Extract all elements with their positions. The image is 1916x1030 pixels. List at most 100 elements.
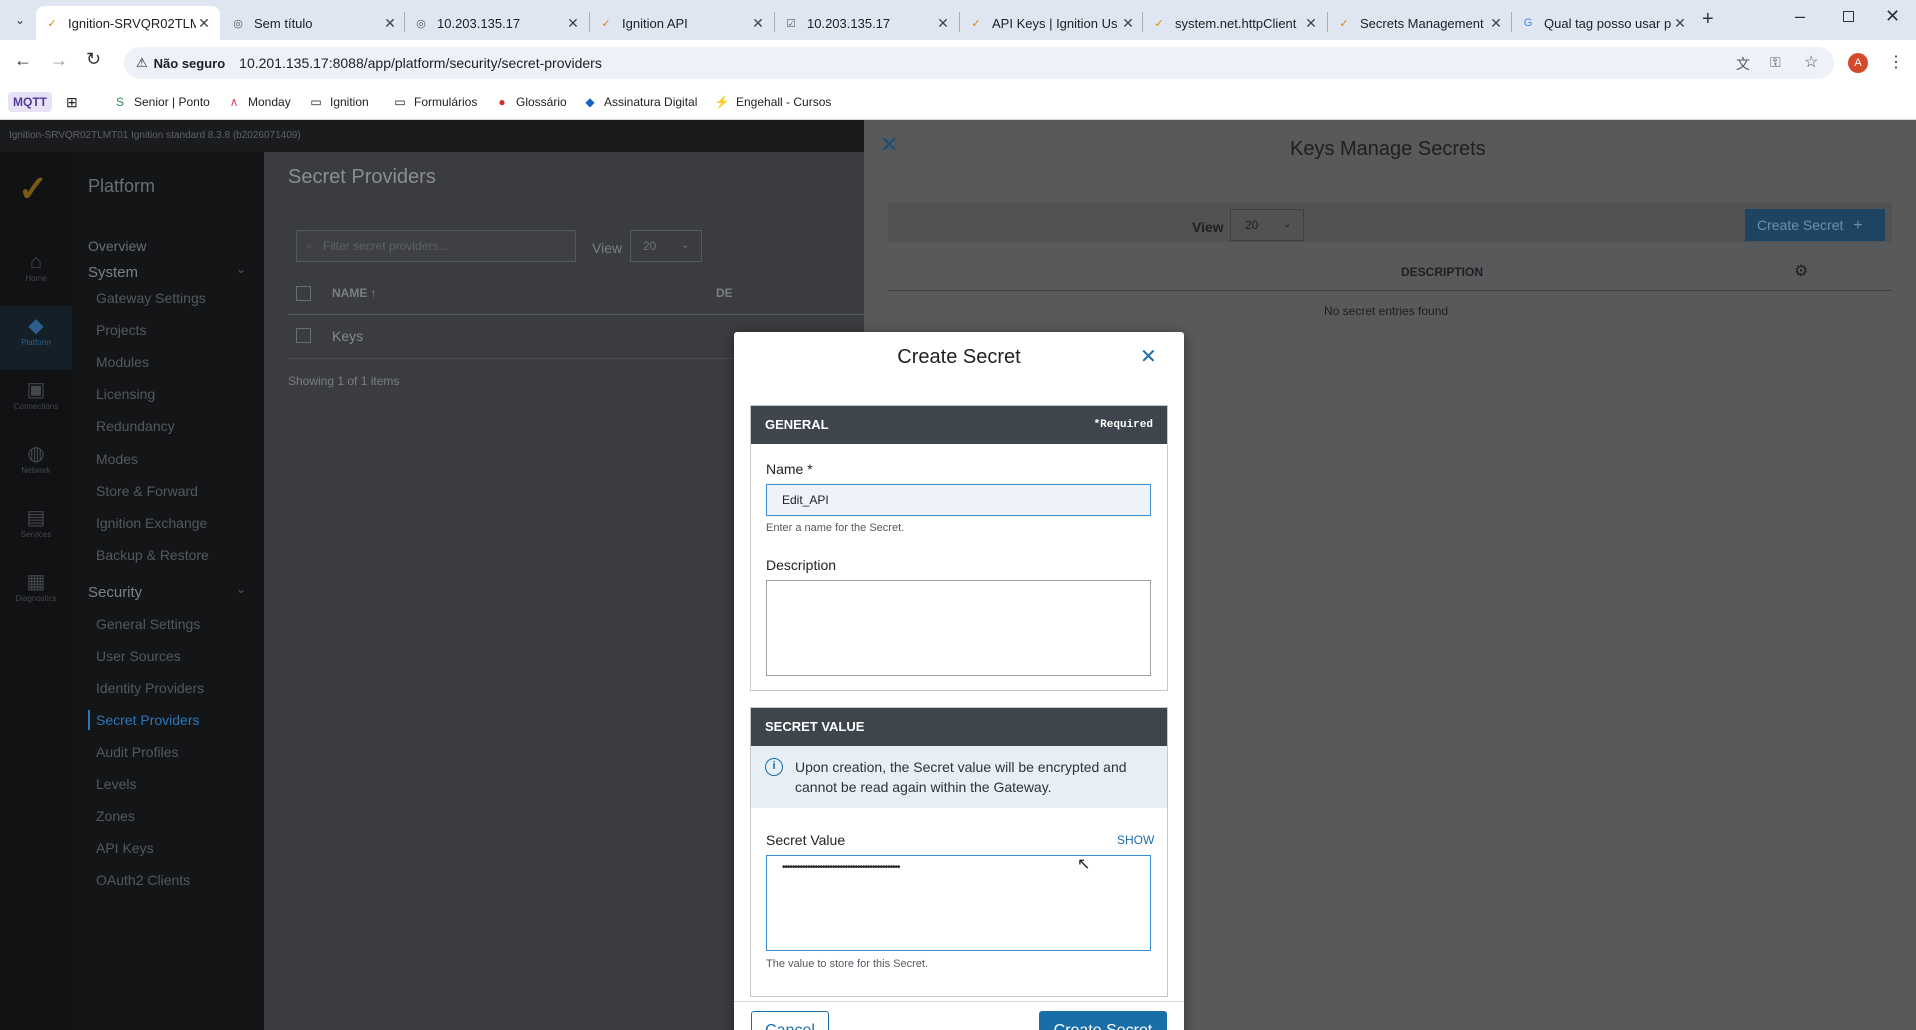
nav-overview[interactable]: Overview xyxy=(88,238,146,254)
browser-tab[interactable]: ✓ Secrets Management ✕ xyxy=(1328,6,1512,40)
nav-security-group[interactable]: Security xyxy=(88,584,142,601)
cancel-button[interactable]: Cancel xyxy=(751,1011,829,1030)
view-select[interactable]: 20 ⌄ xyxy=(630,230,702,262)
provider-row-keys[interactable]: Keys xyxy=(332,328,363,344)
nav-item-general-settings[interactable]: General Settings xyxy=(96,616,200,632)
create-secret-submit-button[interactable]: Create Secret xyxy=(1039,1011,1167,1030)
nav-item-secret-providers[interactable]: Secret Providers xyxy=(96,712,199,728)
bookmark-formularios[interactable]: ▭ Formulários xyxy=(392,92,477,112)
rail-item-connections[interactable]: ▣ Connections xyxy=(0,378,72,411)
forward-icon[interactable]: → xyxy=(50,50,68,71)
reload-icon[interactable]: ↻ xyxy=(86,49,101,70)
rail-item-diagnostics[interactable]: ▦ Diagnostics xyxy=(0,570,72,603)
minimize-button[interactable]: – xyxy=(1795,6,1805,27)
create-secret-button[interactable]: Create Secret + xyxy=(1745,209,1885,241)
close-dialog-icon[interactable]: ✕ xyxy=(1140,344,1157,369)
close-panel-icon[interactable]: ✕ xyxy=(880,132,898,158)
close-tab-icon[interactable]: ✕ xyxy=(565,15,581,32)
submit-label: Create Secret xyxy=(1054,1022,1153,1030)
back-icon[interactable]: ← xyxy=(14,50,32,71)
name-input[interactable]: Edit_API xyxy=(766,484,1151,516)
chevron-down-icon: ⌄ xyxy=(681,240,690,251)
bookmark-glossario[interactable]: ● Glossário xyxy=(494,92,566,112)
browser-tab[interactable]: ◎ 10.203.135.17 ✕ xyxy=(405,6,589,40)
url-text[interactable]: 10.201.135.17:8088/app/platform/security… xyxy=(239,55,602,71)
restore-button[interactable] xyxy=(1843,11,1854,22)
rail-item-services[interactable]: ▤ Services xyxy=(0,506,72,539)
password-key-icon[interactable]: ⚿ xyxy=(1770,54,1781,71)
nav-item-ignition-exchange[interactable]: Ignition Exchange xyxy=(96,515,207,531)
filter-input[interactable]: ⌕ Filter secret providers... xyxy=(296,230,576,262)
row-checkbox[interactable] xyxy=(296,328,311,343)
close-tab-icon[interactable]: ✕ xyxy=(1672,15,1688,32)
profile-avatar[interactable]: A xyxy=(1848,53,1868,73)
translate-icon[interactable]: 文 xyxy=(1736,54,1750,74)
nav-item-audit-profiles[interactable]: Audit Profiles xyxy=(96,744,178,760)
security-label[interactable]: Não seguro xyxy=(154,56,226,71)
chevron-down-icon[interactable]: ⌄ xyxy=(236,582,246,596)
nav-item-zones[interactable]: Zones xyxy=(96,808,135,824)
bookmark-star-icon[interactable]: ☆ xyxy=(1804,52,1818,72)
settings-gear-icon[interactable]: ⚙ xyxy=(1794,261,1808,281)
show-toggle[interactable]: SHOW xyxy=(1117,833,1154,847)
browser-menu-icon[interactable]: ⋮ xyxy=(1888,52,1904,72)
col-name-header[interactable]: NAME ↑ xyxy=(332,286,377,300)
rail-item-home[interactable]: ⌂ Home xyxy=(0,250,72,283)
browser-tab[interactable]: G Qual tag posso usar p ✕ xyxy=(1512,6,1696,40)
empty-state: No secret entries found xyxy=(1324,304,1449,318)
bookmark-assinatura-digital[interactable]: ◆ Assinatura Digital xyxy=(582,92,697,112)
nav-item-projects[interactable]: Projects xyxy=(96,322,147,338)
nav-item-oauth2-clients[interactable]: OAuth2 Clients xyxy=(96,872,190,888)
browser-tab[interactable]: ✓ Ignition-SRVQR02TLM ✕ xyxy=(36,6,220,40)
secret-value-input[interactable]: ••••••••••••••••••••••••••••••••••••••••… xyxy=(766,855,1151,951)
nav-item-licensing[interactable]: Licensing xyxy=(96,386,155,402)
secret-value-header: SECRET VALUE xyxy=(751,708,1167,746)
close-tab-icon[interactable]: ✕ xyxy=(750,15,766,32)
close-window-button[interactable]: ✕ xyxy=(1885,6,1900,27)
browser-tab[interactable]: ☑ 10.203.135.17 ✕ xyxy=(775,6,959,40)
panel-title: Keys Manage Secrets xyxy=(1290,138,1486,160)
nav-item-levels[interactable]: Levels xyxy=(96,776,136,792)
nav-item-modes[interactable]: Modes xyxy=(96,451,138,467)
browser-tab[interactable]: ◎ Sem título ✕ xyxy=(222,6,406,40)
header-divider xyxy=(288,314,864,315)
description-input[interactable] xyxy=(766,580,1151,676)
nav-item-store-forward[interactable]: Store & Forward xyxy=(96,483,198,499)
ignition-icon: ✓ xyxy=(601,17,611,30)
bookmark-monday[interactable]: ∧ Monday xyxy=(226,92,291,112)
close-tab-icon[interactable]: ✕ xyxy=(1120,15,1136,32)
nav-item-user-sources[interactable]: User Sources xyxy=(96,648,181,664)
bookmark-senior-ponto[interactable]: S Senior | Ponto xyxy=(112,92,210,112)
nav-item-backup-restore[interactable]: Backup & Restore xyxy=(96,547,209,563)
bookmark-engehall[interactable]: ⚡ Engehall - Cursos xyxy=(714,92,832,112)
browser-tab[interactable]: ✓ API Keys | Ignition Us ✕ xyxy=(960,6,1144,40)
filter-placeholder: Filter secret providers... xyxy=(323,239,449,253)
new-tab-button[interactable]: + xyxy=(1702,8,1714,31)
omnibox[interactable]: ⚠ Não seguro 10.201.135.17:8088/app/plat… xyxy=(124,47,1834,79)
nav-item-gateway-settings[interactable]: Gateway Settings xyxy=(96,290,206,306)
tab-separator xyxy=(959,12,960,32)
bookmark-ignition[interactable]: ▭ Ignition xyxy=(308,92,368,112)
nav-system-group[interactable]: System xyxy=(88,264,138,281)
browser-tab[interactable]: ✓ Ignition API ✕ xyxy=(590,6,774,40)
close-tab-icon[interactable]: ✕ xyxy=(1303,15,1319,32)
close-tab-icon[interactable]: ✕ xyxy=(196,15,212,32)
rail-item-network[interactable]: ◍ Network xyxy=(0,442,72,475)
close-tab-icon[interactable]: ✕ xyxy=(382,15,398,32)
close-tab-icon[interactable]: ✕ xyxy=(1488,15,1504,32)
tab-search-button[interactable]: ⌄ xyxy=(10,10,30,30)
browser-tab[interactable]: ✓ system.net.httpClient ✕ xyxy=(1143,6,1327,40)
nav-item-api-keys[interactable]: API Keys xyxy=(96,840,154,856)
bookmark-mqtt[interactable]: MQTT xyxy=(8,92,52,112)
panel-view-select[interactable]: 20 ⌄ xyxy=(1230,209,1304,241)
close-tab-icon[interactable]: ✕ xyxy=(935,15,951,32)
ignition-icon: ✓ xyxy=(1339,17,1349,30)
chevron-down-icon[interactable]: ⌄ xyxy=(236,262,246,276)
nav-item-redundancy[interactable]: Redundancy xyxy=(96,418,175,434)
select-all-checkbox[interactable] xyxy=(296,286,311,301)
apps-grid-icon[interactable]: ⊞ xyxy=(66,92,78,112)
folder-icon: ▭ xyxy=(394,95,406,109)
nav-item-modules[interactable]: Modules xyxy=(96,354,149,370)
gateway-status-strip: Ignition-SRVQR02TLMT01 Ignition standard… xyxy=(0,120,864,152)
nav-item-identity-providers[interactable]: Identity Providers xyxy=(96,680,204,696)
